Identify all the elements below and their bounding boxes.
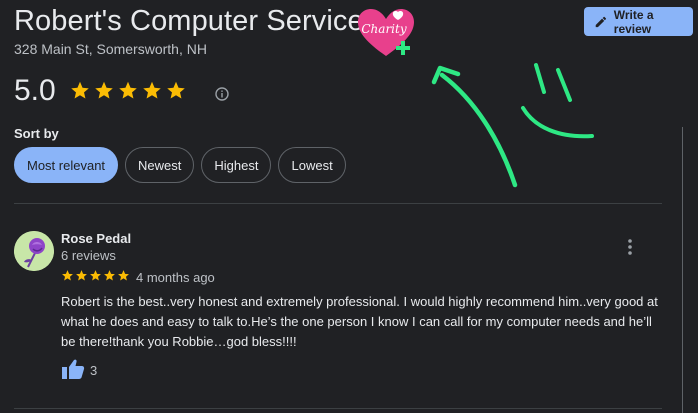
write-review-label: Write a review bbox=[613, 7, 654, 36]
charity-badge: Charity bbox=[358, 9, 414, 56]
section-divider bbox=[14, 203, 662, 204]
scrollbar[interactable] bbox=[682, 127, 683, 413]
star-icon bbox=[62, 270, 73, 281]
star-icon bbox=[76, 270, 87, 281]
sort-chip-newest[interactable]: Newest bbox=[125, 147, 195, 183]
reviewer-name[interactable]: Rose Pedal bbox=[61, 231, 131, 246]
rose-avatar-icon bbox=[14, 231, 54, 271]
info-icon[interactable] bbox=[214, 86, 230, 102]
business-title: Robert's Computer Service bbox=[14, 5, 364, 37]
like-count: 3 bbox=[90, 363, 98, 378]
write-review-button[interactable]: Write a review bbox=[584, 7, 693, 36]
star-icon bbox=[118, 270, 129, 281]
sort-chip-most-relevant[interactable]: Most relevant bbox=[14, 147, 119, 183]
thumbs-up-icon[interactable] bbox=[61, 358, 85, 380]
star-icon bbox=[95, 81, 113, 99]
rating-value: 5.0 bbox=[14, 74, 56, 107]
star-icon bbox=[119, 81, 137, 99]
review-stars bbox=[61, 269, 130, 282]
review-text: Robert is the best..very honest and extr… bbox=[61, 294, 658, 349]
star-icon bbox=[104, 270, 115, 281]
sort-chips: Most relevant Newest Highest Lowest bbox=[14, 147, 346, 183]
sort-label: Sort by bbox=[14, 126, 59, 141]
star-icon bbox=[143, 81, 161, 99]
star-icon bbox=[71, 81, 89, 99]
pencil-icon bbox=[595, 16, 607, 27]
rating-stars bbox=[69, 80, 187, 101]
business-address: 328 Main St, Somersworth, NH bbox=[14, 41, 207, 57]
reviewer-review-count: 6 reviews bbox=[61, 248, 116, 263]
reviewer-avatar[interactable] bbox=[14, 231, 54, 271]
star-icon bbox=[167, 81, 185, 99]
star-icon bbox=[90, 270, 101, 281]
charity-badge-text: Charity bbox=[361, 22, 406, 36]
sort-chip-lowest[interactable]: Lowest bbox=[278, 147, 346, 183]
sort-chip-highest[interactable]: Highest bbox=[201, 147, 272, 183]
annotation-arrow-smiley bbox=[431, 63, 594, 188]
review-date: 4 months ago bbox=[136, 270, 215, 285]
section-divider bbox=[14, 408, 662, 409]
more-options-icon[interactable] bbox=[624, 237, 636, 257]
